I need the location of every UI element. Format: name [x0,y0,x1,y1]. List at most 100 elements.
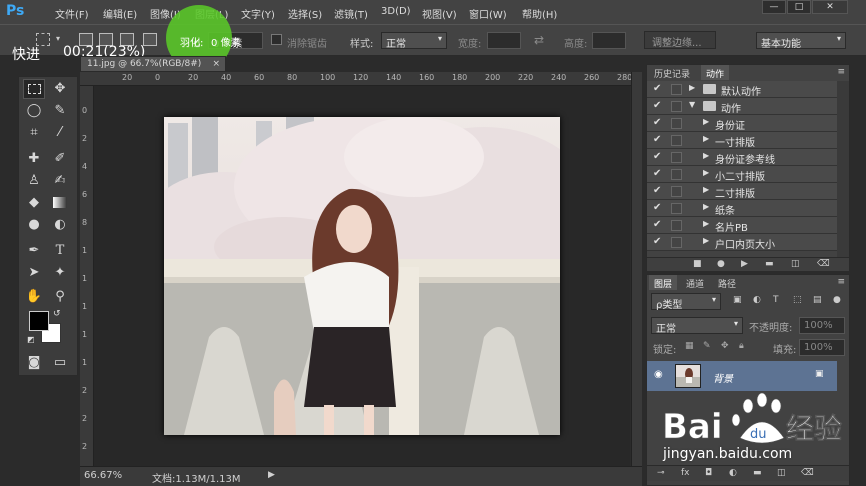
actions-scrollbar[interactable] [837,81,849,257]
workspace-select[interactable]: 基本功能 ▾ [756,32,846,50]
fx-icon[interactable]: fx [681,468,690,478]
link-icon[interactable]: ⊸ [657,468,665,478]
menu-filter[interactable]: 滤镜(T) [334,6,368,21]
lock-transparent-icon[interactable]: ▦ [685,341,694,351]
dodge-tool-icon[interactable]: ◐ [49,215,71,235]
filter-adjustment-icon[interactable]: ◐ [753,295,761,305]
action-row[interactable]: ✔ ▶ 纸条 [647,200,837,217]
dialog-toggle-box[interactable] [671,135,682,146]
record-icon[interactable]: ● [717,259,725,269]
dialog-toggle-box[interactable] [671,203,682,214]
crop-tool-icon[interactable]: ⌗ [23,123,45,143]
tab-history[interactable]: 历史记录 [649,65,695,80]
filter-shape-icon[interactable]: ⬚ [793,295,802,305]
expand-right-icon[interactable]: ▶ [703,134,709,143]
checkmark-icon[interactable]: ✔ [653,202,661,213]
panel-menu-icon[interactable]: ≡ [837,67,845,77]
dialog-toggle-box[interactable] [671,237,682,248]
swap-icon[interactable]: ⇄ [534,33,544,47]
expand-right-icon[interactable]: ▶ [703,185,709,194]
fill-input[interactable]: 100% [799,339,845,356]
minimize-button[interactable]: — [762,0,786,14]
group-icon[interactable]: ▬ [753,468,762,478]
move-tool-icon[interactable]: ✥ [49,79,71,99]
zoom-tool-icon[interactable]: ⚲ [49,287,71,307]
filter-pixel-icon[interactable]: ▣ [733,295,742,305]
style-select[interactable]: 正常 ▾ [381,32,447,50]
panel-menu-icon[interactable]: ≡ [837,277,845,287]
adjustment-icon[interactable]: ◐ [729,468,737,478]
expand-right-icon[interactable]: ▶ [703,151,709,160]
menu-help[interactable]: 帮助(H) [522,6,557,21]
close-tab-icon[interactable]: × [212,59,220,69]
action-row[interactable]: ✔ ▶ 小二寸排版 [647,166,837,183]
blend-mode-select[interactable]: 正常 ▾ [651,317,743,335]
checkmark-icon[interactable]: ✔ [653,219,661,230]
quick-mask-icon[interactable]: ◙ [23,353,45,373]
custom-shape-tool-icon[interactable]: ✦ [49,263,71,283]
default-colors-icon[interactable]: ◩ [27,335,35,344]
menu-edit[interactable]: 编辑(E) [103,6,137,21]
healing-brush-tool-icon[interactable]: ✚ [23,149,45,169]
menu-type[interactable]: 文字(Y) [241,6,275,21]
canvas-scrollbar[interactable] [631,72,642,466]
zoom-level[interactable]: 66.67% [84,470,122,481]
checkmark-icon[interactable]: ✔ [653,83,661,94]
action-row[interactable]: ✔ ▶ 名片PB [647,217,837,234]
marquee-tool-icon[interactable] [23,79,45,99]
lasso-tool-icon[interactable]: ◯ [23,101,45,121]
antialias-checkbox[interactable] [271,34,282,45]
quick-select-tool-icon[interactable]: ✎ [49,101,71,121]
eyedropper-tool-icon[interactable]: ⁄ [49,123,71,143]
dialog-toggle-box[interactable] [671,152,682,163]
new-set-icon[interactable]: ▬ [765,259,774,269]
visibility-eye-icon[interactable]: ◉ [654,369,663,380]
checkmark-icon[interactable]: ✔ [653,100,661,111]
expand-right-icon[interactable]: ▶ [703,168,709,177]
layer-row-background[interactable]: ◉ 背景 ▣ [647,361,837,391]
foreground-color-swatch[interactable] [29,311,49,331]
path-select-tool-icon[interactable]: ➤ [23,263,45,283]
action-set-row[interactable]: ✔ ▶ 默认动作 [647,81,837,98]
tab-paths[interactable]: 路径 [713,275,741,290]
chevron-down-icon[interactable]: ▾ [56,34,60,43]
delete-layer-icon[interactable]: ⌫ [801,468,814,478]
dialog-toggle-box[interactable] [671,186,682,197]
menu-select[interactable]: 选择(S) [288,6,322,21]
dialog-toggle-box[interactable] [671,118,682,129]
tab-actions[interactable]: 动作 [701,65,730,80]
checkmark-icon[interactable]: ✔ [653,151,661,162]
status-menu-arrow-icon[interactable]: ▶ [268,470,275,480]
swap-colors-icon[interactable]: ↺ [53,309,61,319]
menu-3d[interactable]: 3D(D) [381,6,411,17]
brush-tool-icon[interactable]: ✐ [49,149,71,169]
filter-type-icon[interactable]: T [773,295,779,305]
play-icon[interactable]: ▶ [741,259,748,269]
checkmark-icon[interactable]: ✔ [653,185,661,196]
lock-position-icon[interactable]: ✥ [721,341,729,351]
action-row[interactable]: ✔ ▶ 户口内页大小 [647,234,837,251]
action-row[interactable]: ✔ ▶ 二寸排版 [647,183,837,200]
layer-filter-select[interactable]: ρ类型 ▾ [651,293,721,311]
expand-right-icon[interactable]: ▶ [703,219,709,228]
menu-view[interactable]: 视图(V) [422,6,457,21]
dialog-toggle-box[interactable] [671,101,682,112]
blur-tool-icon[interactable]: ● [23,215,45,235]
screen-mode-icon[interactable]: ▭ [49,353,71,373]
height-input[interactable] [592,32,626,49]
menu-file[interactable]: 文件(F) [55,6,89,21]
stop-icon[interactable]: ■ [693,259,702,269]
mask-icon[interactable]: ◘ [705,468,712,478]
refine-edge-button[interactable]: 调整边缘... [644,31,716,49]
clone-stamp-tool-icon[interactable]: ♙ [23,171,45,191]
filter-smart-icon[interactable]: ▤ [813,295,822,305]
opacity-input[interactable]: 100% [799,317,845,334]
document-tab[interactable]: 11.jpg @ 66.7%(RGB/8#) × [80,56,226,72]
dialog-toggle-box[interactable] [671,169,682,180]
new-action-icon[interactable]: ◫ [791,259,800,269]
restore-button[interactable]: □ [787,0,811,14]
menu-window[interactable]: 窗口(W) [469,6,507,21]
expand-right-icon[interactable]: ▶ [703,236,709,245]
history-brush-tool-icon[interactable]: ✍ [49,171,71,191]
delete-icon[interactable]: ⌫ [817,259,830,269]
